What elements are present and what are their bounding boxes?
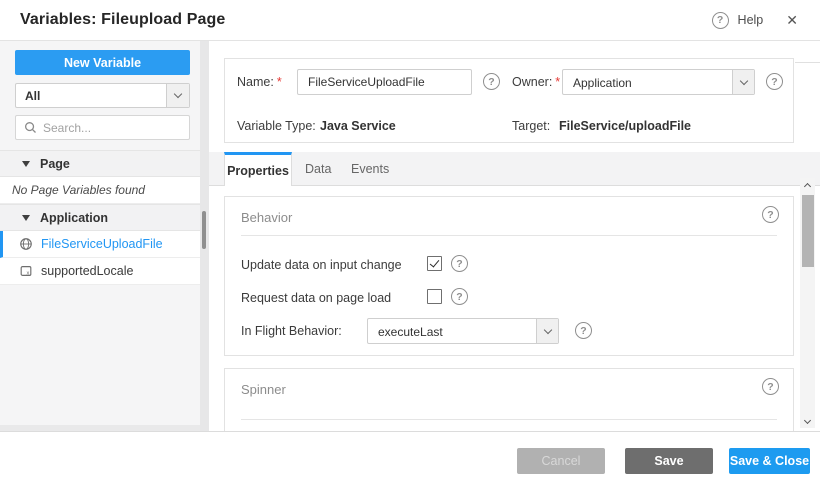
filter-selected-value: All	[16, 89, 40, 103]
tab-data[interactable]: Data	[305, 152, 331, 186]
collapse-triangle-icon	[22, 215, 30, 221]
variables-dialog: Variables: Fileupload Page ? Help ✕ New …	[0, 0, 820, 495]
request-data-help-icon[interactable]: ?	[451, 288, 468, 305]
collapse-triangle-icon	[22, 161, 30, 167]
chevron-down-icon	[536, 319, 558, 343]
scrollbar-track[interactable]	[800, 191, 815, 415]
dialog-header: Variables: Fileupload Page ? Help ✕	[0, 0, 820, 41]
request-data-label: Request data on page load	[241, 291, 391, 305]
owner-label: Owner:*	[512, 75, 560, 89]
cancel-button[interactable]: Cancel	[517, 448, 605, 474]
page-title: Variables: Fileupload Page	[20, 11, 225, 29]
target-label: Target:	[512, 119, 550, 133]
required-asterisk: *	[555, 75, 560, 89]
save-button[interactable]: Save	[625, 448, 713, 474]
spinner-section-title: Spinner	[241, 382, 286, 397]
search-icon	[24, 121, 37, 134]
in-flight-selected-value: executeLast	[378, 325, 443, 339]
variable-summary-box: Name:* ? Owner:* Application ? Variable …	[224, 58, 794, 143]
save-and-close-button[interactable]: Save & Close	[729, 448, 810, 474]
variable-type-value: Java Service	[320, 119, 396, 133]
name-help-icon[interactable]: ?	[483, 73, 500, 90]
new-variable-button[interactable]: New Variable	[15, 50, 190, 75]
name-label: Name:*	[237, 75, 282, 89]
update-data-checkbox[interactable]	[427, 256, 442, 271]
spinner-section: Spinner ?	[224, 368, 794, 431]
scroll-down-icon[interactable]	[800, 415, 815, 428]
search-box[interactable]	[15, 115, 190, 140]
tab-properties[interactable]: Properties	[224, 152, 292, 186]
required-asterisk: *	[277, 75, 282, 89]
name-field[interactable]	[297, 69, 472, 95]
page-empty-message: No Page Variables found	[0, 177, 200, 204]
chevron-down-icon	[166, 84, 189, 107]
behavior-section-title: Behavior	[241, 210, 292, 225]
search-input[interactable]	[43, 121, 173, 135]
behavior-help-icon[interactable]: ?	[762, 206, 779, 223]
divider	[241, 419, 777, 420]
sidebar-item-fileserviceuploadfile[interactable]: FileServiceUploadFile	[0, 231, 200, 258]
svg-text:x: x	[26, 271, 29, 277]
close-icon[interactable]: ✕	[782, 10, 802, 31]
variable-detail-panel: Name:* ? Owner:* Application ? Variable …	[209, 41, 820, 431]
target-value: FileService/uploadFile	[559, 119, 691, 133]
scrollbar-thumb[interactable]	[802, 195, 814, 267]
help-link[interactable]: Help	[738, 13, 764, 27]
main-scrollbar[interactable]	[800, 178, 815, 428]
divider	[241, 235, 777, 236]
variables-sidebar: New Variable All Page No Page Variables …	[0, 41, 200, 431]
sidebar-scrollbar-thumb[interactable]	[202, 211, 206, 249]
owner-select[interactable]: Application	[562, 69, 755, 95]
sidebar-scrollbar[interactable]	[200, 41, 209, 431]
spinner-help-icon[interactable]: ?	[762, 378, 779, 395]
sidebar-section-application[interactable]: Application	[0, 204, 200, 231]
divider	[795, 62, 820, 63]
variable-type-label: Variable Type:	[237, 119, 316, 133]
help-icon[interactable]: ?	[712, 12, 729, 29]
tab-bar: Properties Data Events	[209, 152, 820, 186]
in-flight-behavior-select[interactable]: executeLast	[367, 318, 559, 344]
sidebar-item-supportedlocale[interactable]: x supportedLocale	[0, 258, 200, 285]
behavior-section: Behavior ? Update data on input change ?…	[224, 196, 794, 356]
owner-help-icon[interactable]: ?	[766, 73, 783, 90]
static-variable-icon: x	[19, 264, 33, 278]
sidebar-section-page[interactable]: Page	[0, 150, 200, 177]
owner-selected-value: Application	[573, 76, 632, 90]
chevron-down-icon	[732, 70, 754, 94]
in-flight-behavior-label: In Flight Behavior:	[241, 324, 342, 338]
in-flight-help-icon[interactable]: ?	[575, 322, 592, 339]
request-data-checkbox[interactable]	[427, 289, 442, 304]
update-data-label: Update data on input change	[241, 258, 402, 272]
dialog-footer: Cancel Save Save & Close	[0, 431, 820, 495]
tab-events[interactable]: Events	[351, 152, 389, 186]
service-variable-icon	[19, 237, 33, 251]
variable-filter-select[interactable]: All	[15, 83, 190, 108]
scroll-up-icon[interactable]	[800, 178, 815, 191]
update-data-help-icon[interactable]: ?	[451, 255, 468, 272]
